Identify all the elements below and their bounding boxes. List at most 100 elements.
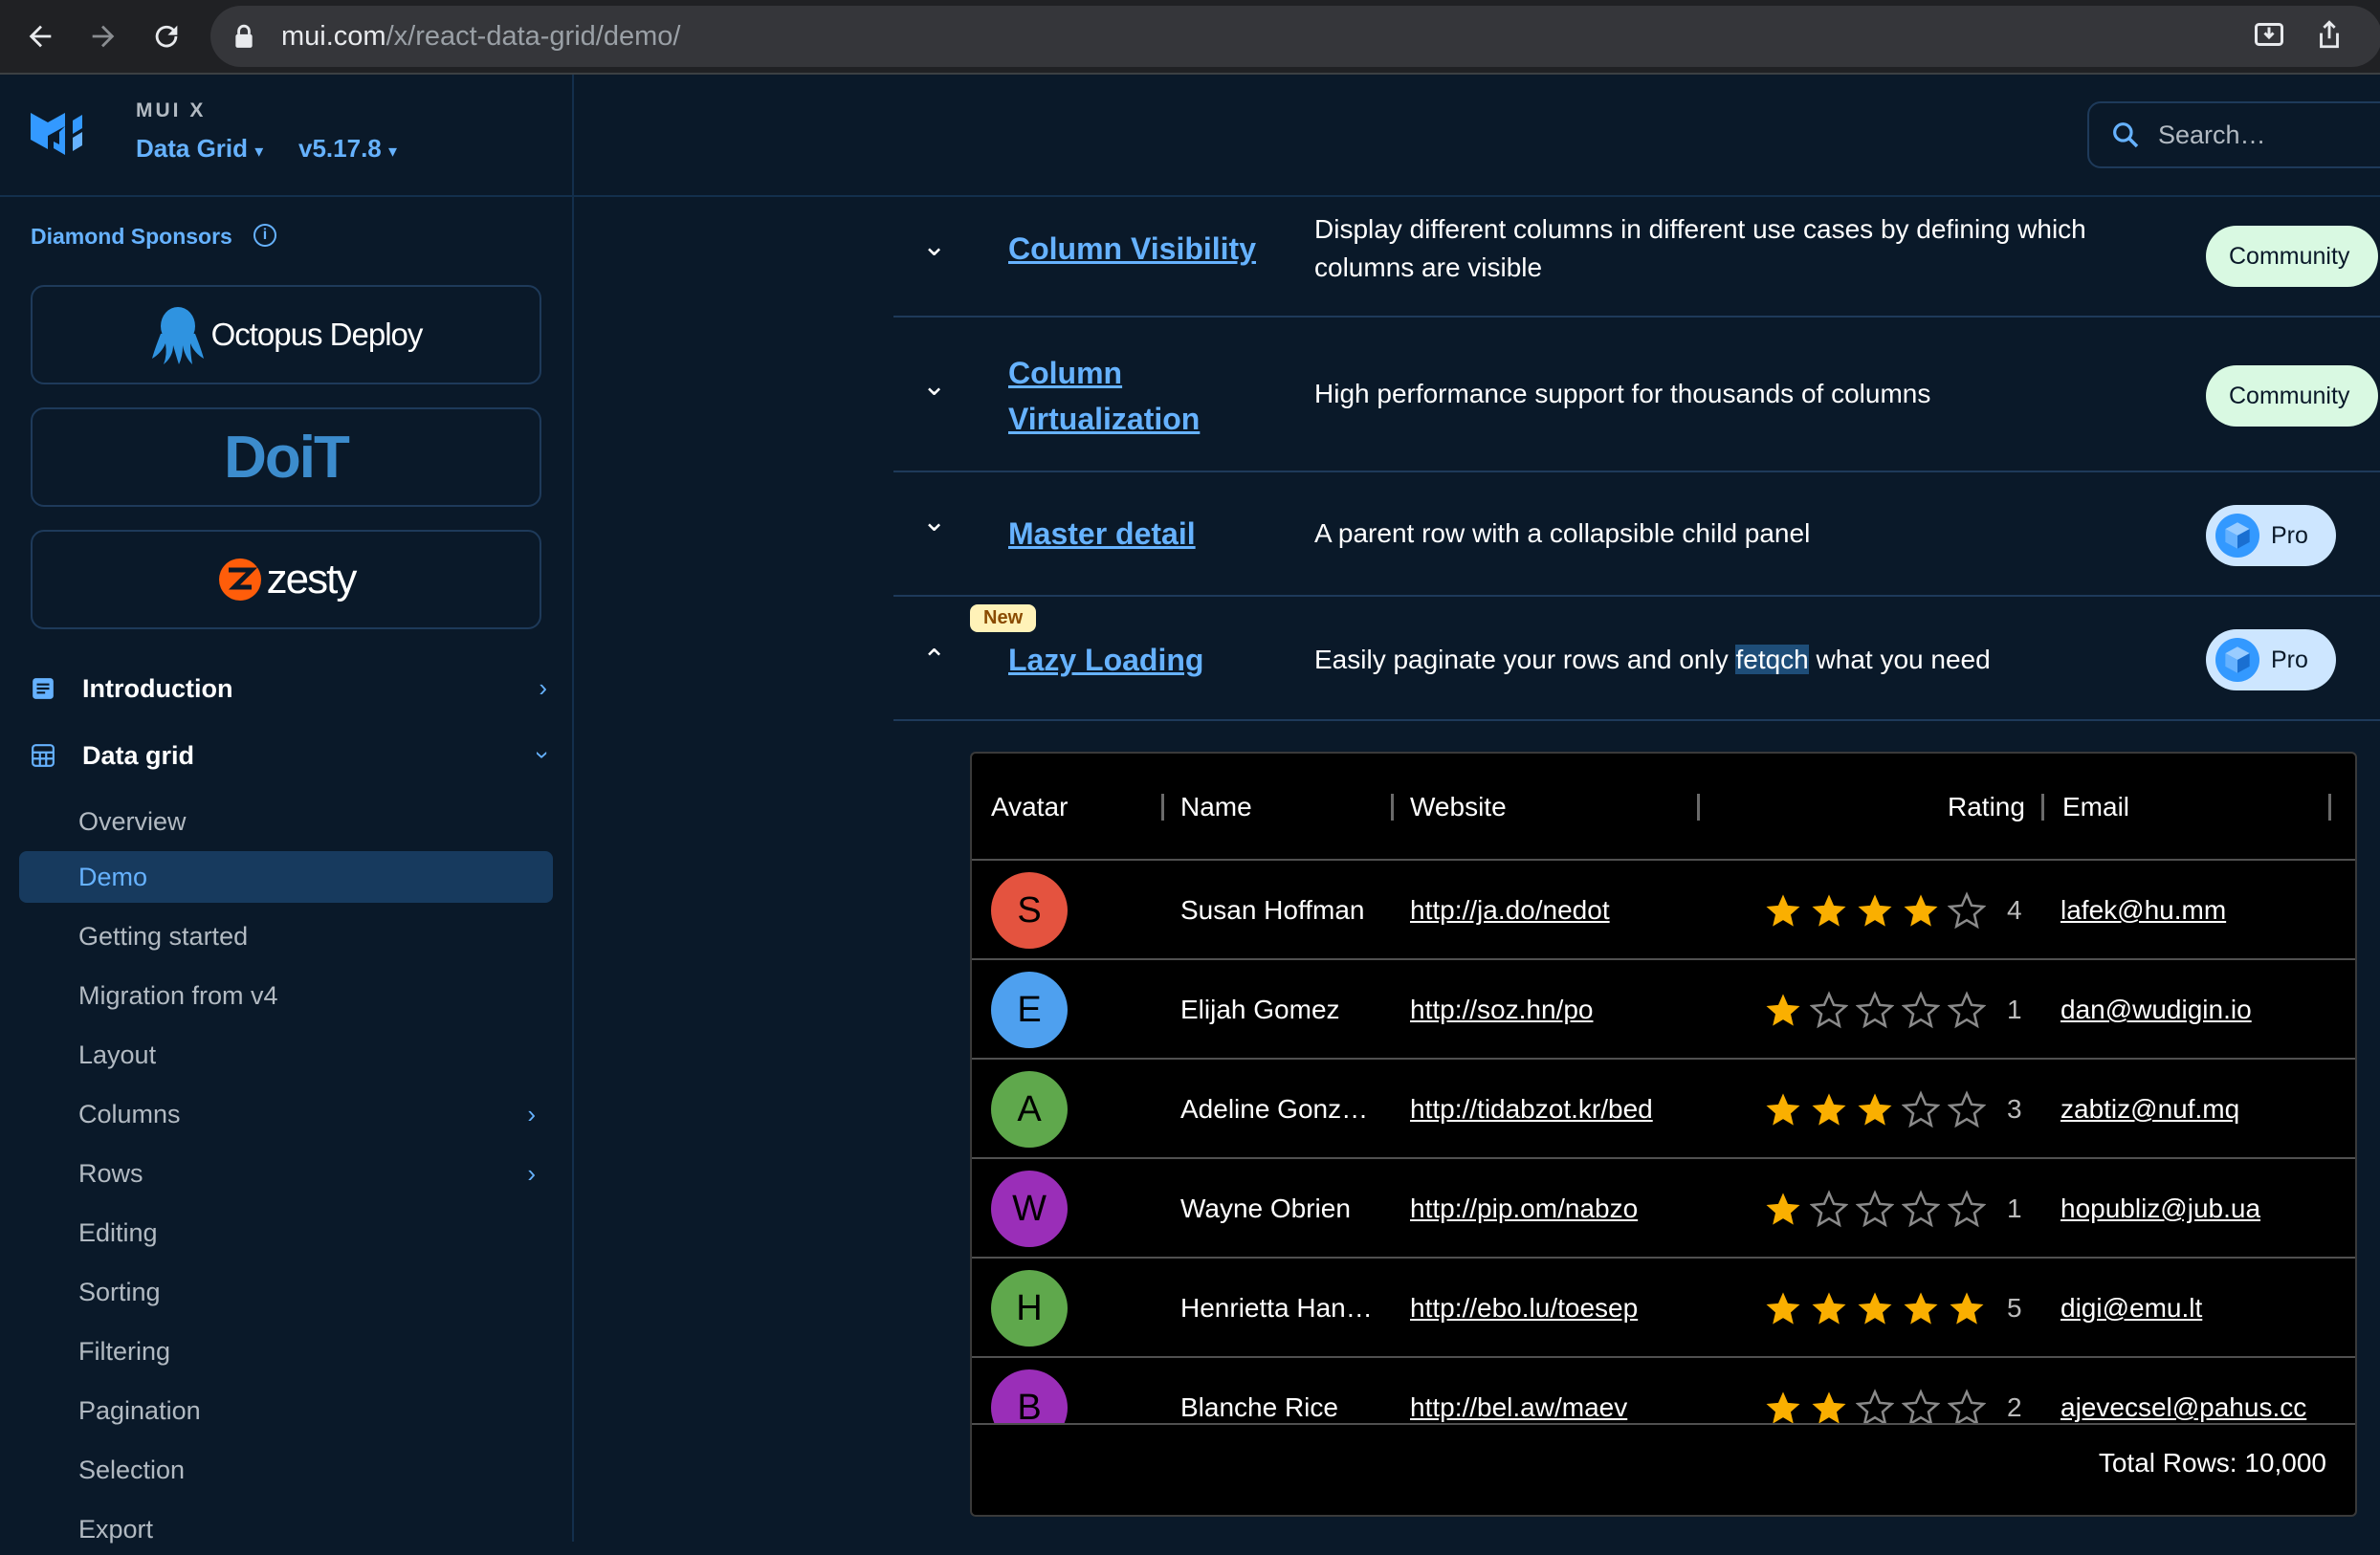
feature-row-column-virtualization[interactable]: ⌄ Column Virtualization High performance … bbox=[893, 318, 2380, 472]
feature-row-column-visibility[interactable]: ⌄ Column Visibility Display different co… bbox=[893, 197, 2380, 318]
feature-link[interactable]: Lazy Loading bbox=[1008, 637, 1203, 683]
cell-website-link[interactable]: http://soz.hn/po bbox=[1410, 960, 1593, 1060]
column-header-avatar[interactable]: Avatar bbox=[991, 754, 1068, 861]
cell-email-link[interactable]: zabtiz@nuf.mq bbox=[2060, 1060, 2239, 1159]
table-row[interactable]: W Wayne Obrien http://pip.om/nabzo 1 hopubli… bbox=[972, 1159, 2355, 1259]
feature-row-lazy-loading[interactable]: New ⌄ Lazy Loading Easily paginate your … bbox=[893, 597, 2380, 721]
column-header-website[interactable]: Website bbox=[1410, 754, 1507, 861]
star-empty-icon[interactable] bbox=[1902, 1389, 1940, 1425]
cell-email-link[interactable]: hopubliz@jub.ua bbox=[2060, 1159, 2260, 1259]
sidebar-item-getting-started[interactable]: Getting started bbox=[19, 910, 553, 962]
install-app-icon[interactable] bbox=[2252, 17, 2286, 56]
feature-row-master-detail[interactable]: ⌄ Master detail A parent row with a coll… bbox=[893, 472, 2380, 597]
star-empty-icon[interactable] bbox=[1902, 1090, 1940, 1128]
star-filled-icon[interactable] bbox=[1764, 1289, 1802, 1327]
mui-logo-icon[interactable] bbox=[29, 107, 90, 165]
rating-stars[interactable] bbox=[1764, 1190, 1994, 1228]
rating-stars[interactable] bbox=[1764, 1289, 1994, 1327]
column-separator[interactable] bbox=[1161, 794, 1164, 821]
cell-email-link[interactable]: digi@emu.lt bbox=[2060, 1259, 2202, 1358]
sidebar-item-migration[interactable]: Migration from v4 bbox=[19, 970, 553, 1021]
cell-website-link[interactable]: http://ebo.lu/toesep bbox=[1410, 1259, 1638, 1358]
star-filled-icon[interactable] bbox=[1810, 1289, 1848, 1327]
column-separator[interactable] bbox=[1391, 794, 1394, 821]
star-filled-icon[interactable] bbox=[1764, 1090, 1802, 1128]
star-filled-icon[interactable] bbox=[1856, 1289, 1894, 1327]
sidebar-item-filtering[interactable]: Filtering bbox=[19, 1325, 553, 1377]
forward-arrow-icon[interactable] bbox=[80, 13, 126, 59]
cell-website-link[interactable]: http://tidabzot.kr/bed bbox=[1410, 1060, 1653, 1159]
chevron-down-icon[interactable]: ⌄ bbox=[922, 230, 946, 263]
sidebar-item-columns[interactable]: Columns › bbox=[19, 1088, 553, 1140]
product-selector[interactable]: Data Grid ▾ bbox=[136, 134, 263, 164]
sidebar-item-rows[interactable]: Rows › bbox=[19, 1148, 553, 1199]
table-row[interactable]: E Elijah Gomez http://soz.hn/po 1 dan@wudigi… bbox=[972, 960, 2355, 1060]
chevron-down-icon[interactable]: ⌄ bbox=[922, 505, 946, 538]
star-empty-icon[interactable] bbox=[1948, 1090, 1986, 1128]
star-filled-icon[interactable] bbox=[1902, 1289, 1940, 1327]
cell-website-link[interactable]: http://ja.do/nedot bbox=[1410, 861, 1610, 960]
sidebar-item-pagination[interactable]: Pagination bbox=[19, 1385, 553, 1436]
feature-link[interactable]: Column Virtualization bbox=[1008, 350, 1200, 442]
column-separator[interactable] bbox=[1697, 794, 1700, 821]
star-empty-icon[interactable] bbox=[1948, 1389, 1986, 1425]
table-row[interactable]: B Blanche Rice http://bel.aw/maev 2 ajevecse… bbox=[972, 1358, 2355, 1425]
rating-stars[interactable] bbox=[1764, 1090, 1994, 1128]
star-filled-icon[interactable] bbox=[1856, 891, 1894, 930]
column-header-name[interactable]: Name bbox=[1180, 754, 1252, 861]
sidebar-item-selection[interactable]: Selection bbox=[19, 1444, 553, 1496]
sidebar-group-introduction[interactable]: Introduction › bbox=[31, 662, 547, 715]
reload-icon[interactable] bbox=[143, 13, 189, 59]
column-separator[interactable] bbox=[2328, 794, 2331, 821]
address-bar[interactable]: mui.com/x/react-data-grid/demo/ bbox=[210, 6, 2380, 67]
column-separator[interactable] bbox=[2041, 794, 2044, 821]
cell-website-link[interactable]: http://bel.aw/maev bbox=[1410, 1358, 1627, 1423]
table-row[interactable]: S Susan Hoffman http://ja.do/nedot 4 lafek@h… bbox=[972, 861, 2355, 960]
cell-email-link[interactable]: lafek@hu.mm bbox=[2060, 861, 2226, 960]
cell-email-link[interactable]: ajevecsel@pahus.cc bbox=[2060, 1358, 2306, 1423]
sidebar-item-sorting[interactable]: Sorting bbox=[19, 1266, 553, 1318]
column-header-email[interactable]: Email bbox=[2062, 754, 2129, 861]
star-empty-icon[interactable] bbox=[1948, 1190, 1986, 1228]
sidebar-item-export[interactable]: Export bbox=[19, 1503, 553, 1555]
column-header-rating[interactable]: Rating bbox=[1948, 754, 2025, 861]
sponsor-octopus-deploy[interactable]: Octopus Deploy bbox=[31, 285, 541, 384]
star-empty-icon[interactable] bbox=[1856, 1190, 1894, 1228]
table-row[interactable]: H Henrietta Han… http://ebo.lu/toesep 5 digi… bbox=[972, 1259, 2355, 1358]
star-filled-icon[interactable] bbox=[1764, 991, 1802, 1029]
grid-body[interactable]: S Susan Hoffman http://ja.do/nedot 4 lafek@h… bbox=[972, 861, 2355, 1425]
rating-stars[interactable] bbox=[1764, 891, 1994, 930]
cell-email-link[interactable]: dan@wudigin.io bbox=[2060, 960, 2252, 1060]
star-filled-icon[interactable] bbox=[1856, 1090, 1894, 1128]
star-filled-icon[interactable] bbox=[1764, 1190, 1802, 1228]
sponsor-zesty[interactable]: zesty bbox=[31, 530, 541, 629]
star-empty-icon[interactable] bbox=[1810, 1190, 1848, 1228]
back-arrow-icon[interactable] bbox=[17, 13, 63, 59]
chevron-up-icon[interactable]: ⌄ bbox=[922, 641, 946, 674]
star-filled-icon[interactable] bbox=[1948, 1289, 1986, 1327]
star-filled-icon[interactable] bbox=[1810, 1389, 1848, 1425]
sidebar-group-data-grid[interactable]: Data grid › bbox=[31, 729, 558, 782]
sidebar-item-overview[interactable]: Overview bbox=[19, 796, 553, 847]
version-selector[interactable]: v5.17.8 ▾ bbox=[298, 134, 397, 164]
star-filled-icon[interactable] bbox=[1810, 1090, 1848, 1128]
star-filled-icon[interactable] bbox=[1902, 891, 1940, 930]
rating-stars[interactable] bbox=[1764, 1389, 1994, 1425]
feature-link[interactable]: Column Visibility bbox=[1008, 226, 1256, 272]
star-empty-icon[interactable] bbox=[1902, 1190, 1940, 1228]
chevron-down-icon[interactable]: ⌄ bbox=[922, 369, 946, 403]
table-row[interactable]: A Adeline Gonz… http://tidabzot.kr/bed 3 zab… bbox=[972, 1060, 2355, 1159]
star-empty-icon[interactable] bbox=[1948, 891, 1986, 930]
search-input[interactable]: Search… bbox=[2087, 101, 2380, 168]
star-filled-icon[interactable] bbox=[1764, 1389, 1802, 1425]
info-icon[interactable]: i bbox=[253, 224, 276, 247]
star-empty-icon[interactable] bbox=[1902, 991, 1940, 1029]
star-filled-icon[interactable] bbox=[1810, 891, 1848, 930]
feature-link[interactable]: Master detail bbox=[1008, 511, 1196, 557]
cell-website-link[interactable]: http://pip.om/nabzo bbox=[1410, 1159, 1638, 1259]
star-filled-icon[interactable] bbox=[1764, 891, 1802, 930]
sidebar-item-editing[interactable]: Editing bbox=[19, 1207, 553, 1259]
sidebar-item-demo[interactable]: Demo bbox=[19, 851, 553, 903]
star-empty-icon[interactable] bbox=[1856, 991, 1894, 1029]
rating-stars[interactable] bbox=[1764, 991, 1994, 1029]
